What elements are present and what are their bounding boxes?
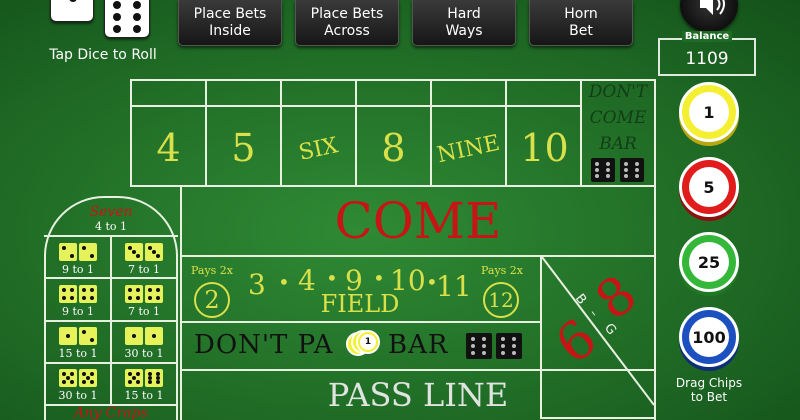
horn-bet-label: Horn Bet: [564, 5, 598, 39]
hard6-die-2: [145, 243, 163, 261]
hard-ways-button[interactable]: Hard Ways: [412, 0, 516, 46]
chip-25-value: 25: [689, 242, 729, 282]
prop-odds-2[interactable]: 7 to 1: [112, 263, 176, 276]
dont-come-die-2: [620, 158, 644, 182]
chip-1-value: 1: [689, 92, 729, 132]
chip-5[interactable]: 5: [679, 157, 739, 221]
field-dot-2: •: [326, 266, 338, 290]
hard4-die-2: [79, 243, 97, 261]
hard4-die-1: [59, 243, 77, 261]
seven-odds: 4 to 1: [94, 220, 128, 233]
prop-odds-8[interactable]: 15 to 1: [112, 389, 176, 402]
place-bets-across-button[interactable]: Place Bets Across: [295, 0, 399, 46]
dont-come-text-1: DON'T: [588, 82, 648, 102]
come-label: COME: [334, 192, 502, 250]
horn-bet-button[interactable]: Horn Bet: [529, 0, 633, 46]
die-one[interactable]: [50, 0, 94, 22]
ace-deuce-die-2: [79, 327, 97, 345]
boxcars-die-1: [59, 369, 77, 387]
field-num-3: 3: [248, 268, 266, 301]
tap-dice-label: Tap Dice to Roll: [49, 47, 157, 63]
field-12-circle: 12: [483, 282, 519, 318]
speaker-icon: [700, 0, 725, 15]
chip-100-value: 100: [689, 317, 729, 357]
hard-ways-label: Hard Ways: [445, 5, 483, 39]
balance-value: 1109: [685, 49, 729, 69]
prop-odds-7[interactable]: 30 to 1: [46, 389, 110, 402]
field-pays-right: Pays 2x: [480, 264, 524, 277]
field-num-11: 11: [436, 270, 472, 303]
prop-odds-4[interactable]: 7 to 1: [112, 305, 176, 318]
hard10-die-2: [145, 285, 163, 303]
place-10[interactable]: 10: [507, 126, 582, 170]
field-label: FIELD: [320, 290, 400, 318]
dont-pass-die-1: [466, 333, 492, 359]
boxcars-die-2: [79, 369, 97, 387]
hard8-die-2: [79, 285, 97, 303]
field-dot-1: •: [278, 270, 290, 294]
dont-pass-bet-chip[interactable]: 1: [346, 330, 380, 356]
ace-deuce-die-1: [59, 327, 77, 345]
dont-pass-bar-text: BAR: [388, 330, 449, 360]
prop-odds-5[interactable]: 15 to 1: [46, 347, 110, 360]
sound-button[interactable]: [680, 0, 738, 32]
place-8[interactable]: 8: [357, 126, 430, 170]
dont-come-die-1: [591, 158, 615, 182]
dont-come-text-2: COME: [589, 108, 647, 128]
balance-title: Balance: [660, 31, 754, 42]
hard6-die-1: [125, 243, 143, 261]
place-4[interactable]: 4: [132, 126, 205, 170]
place-bets-inside-label: Place Bets Inside: [193, 5, 267, 39]
chip-25[interactable]: 25: [679, 232, 739, 296]
place-bets-inside-button[interactable]: Place Bets Inside: [178, 0, 282, 46]
seven-title[interactable]: Seven: [44, 204, 178, 220]
chip-1[interactable]: 1: [679, 82, 739, 146]
aces-die-1: [125, 327, 143, 345]
field-pays-left: Pays 2x: [190, 264, 234, 277]
balance-box: Balance 1109: [658, 31, 756, 76]
any-craps-label[interactable]: Any Craps: [44, 405, 178, 420]
die-two[interactable]: [104, 0, 150, 38]
place-bets-across-label: Place Bets Across: [310, 5, 384, 39]
pass-line-label: PASS LINE: [327, 376, 509, 414]
field-2-circle: 2: [194, 282, 230, 318]
field-dot-3: •: [373, 266, 385, 290]
chip-100[interactable]: 100: [679, 307, 739, 371]
yo-die-1: [125, 369, 143, 387]
dont-pass-text: DON'T PA: [194, 330, 334, 360]
drag-chips-label: Drag Chips to Bet: [675, 376, 743, 404]
hard8-die-1: [59, 285, 77, 303]
dont-pass-die-2: [496, 333, 522, 359]
chip-5-value: 5: [689, 167, 729, 207]
yo-die-2: [145, 369, 163, 387]
prop-odds-6[interactable]: 30 to 1: [112, 347, 176, 360]
hard10-die-1: [125, 285, 143, 303]
dont-come-text-3: BAR: [599, 134, 637, 154]
prop-odds-1[interactable]: 9 to 1: [46, 263, 110, 276]
prop-odds-3[interactable]: 9 to 1: [46, 305, 110, 318]
dont-pass-chip-value: 1: [360, 334, 376, 350]
place-5[interactable]: 5: [207, 126, 280, 170]
aces-die-2: [145, 327, 163, 345]
